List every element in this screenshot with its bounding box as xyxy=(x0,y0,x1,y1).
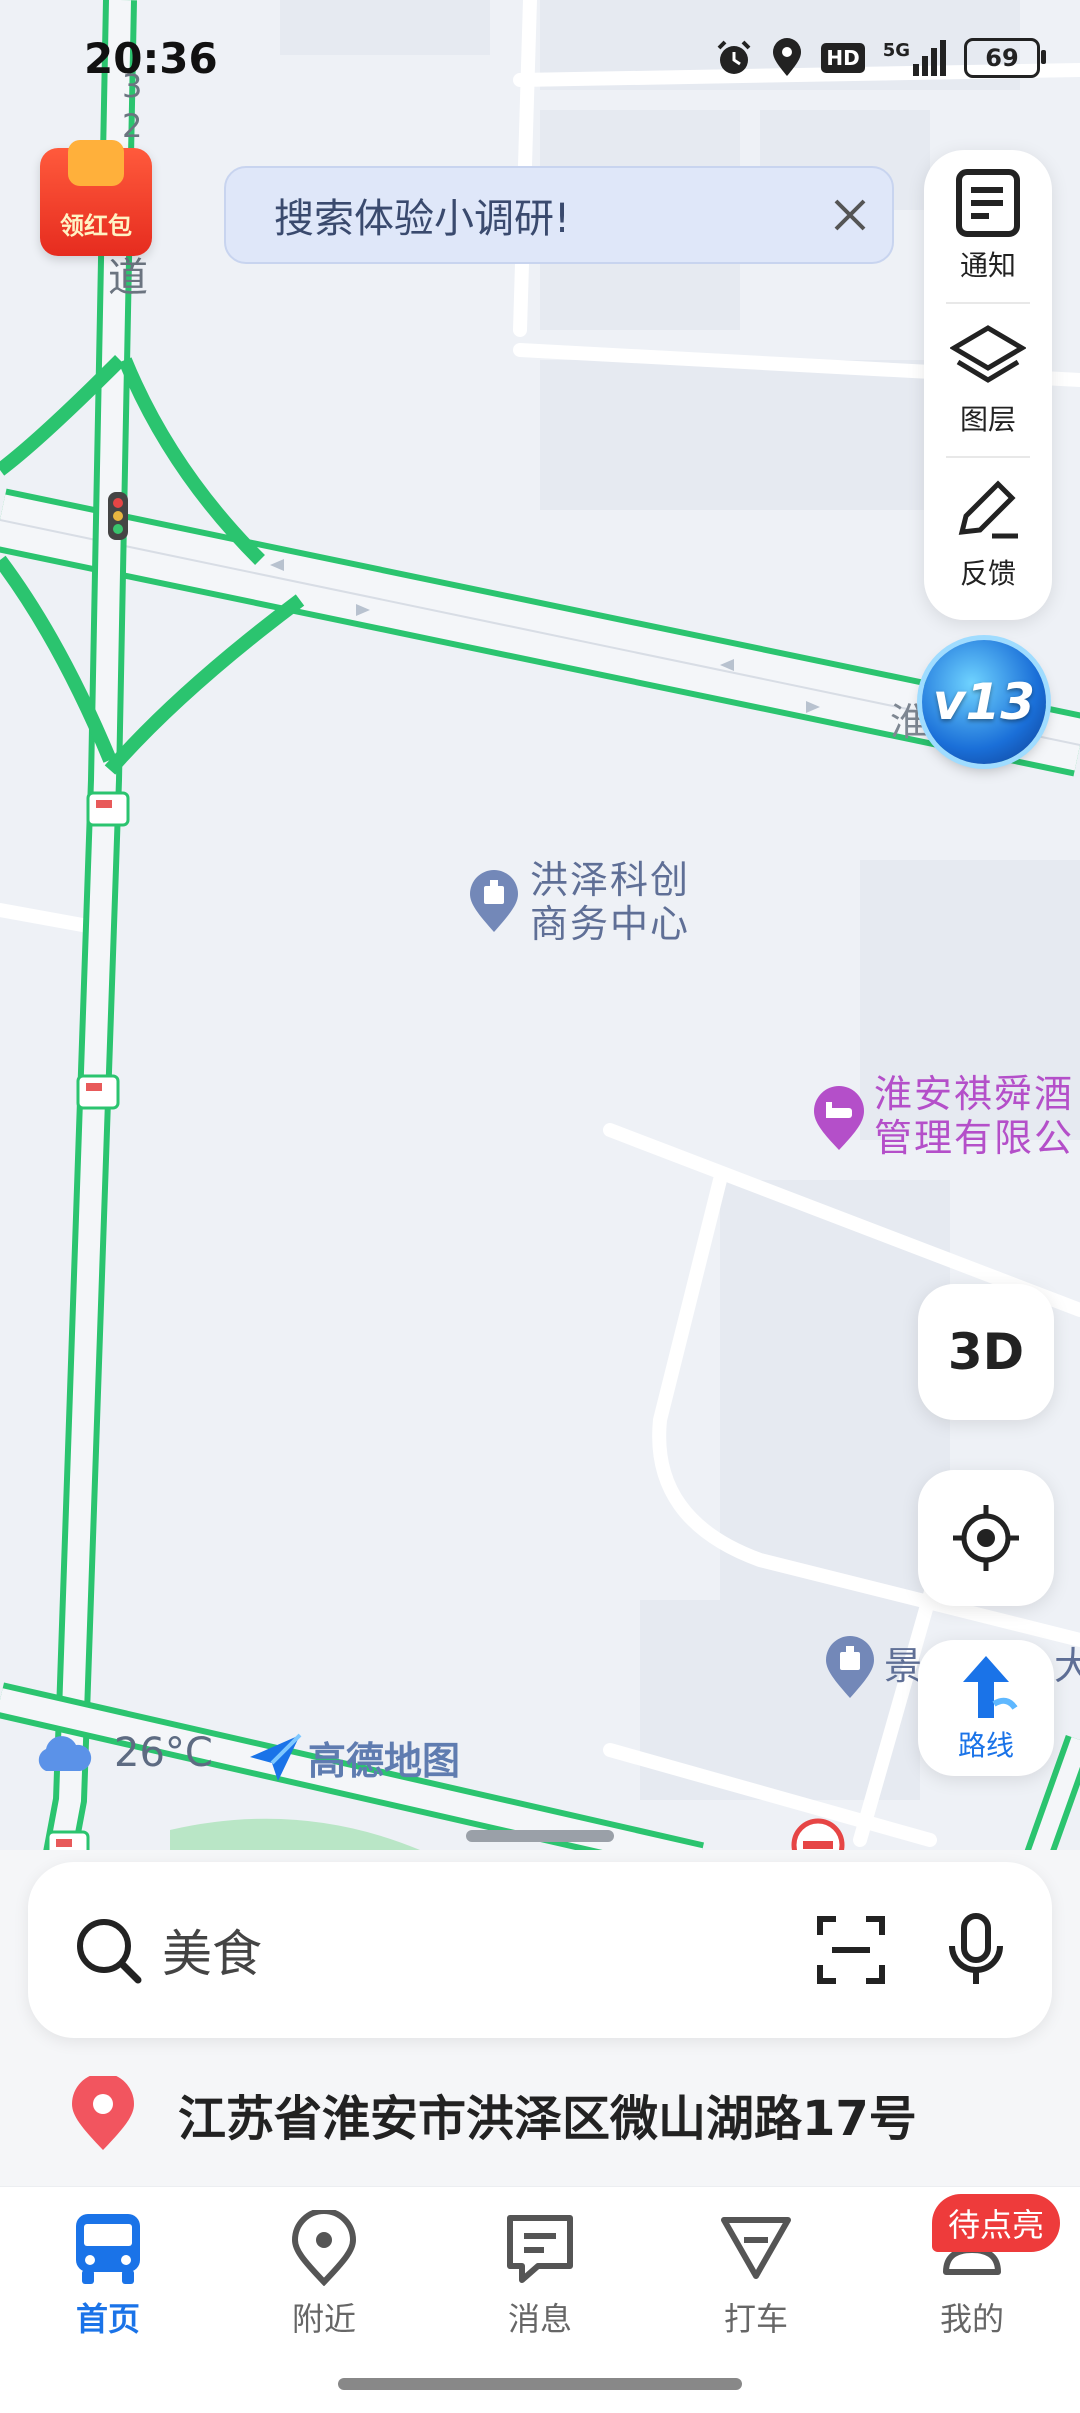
brand-label: 高德地图 xyxy=(308,1739,461,1783)
notice-button[interactable]: 通知 xyxy=(924,150,1052,302)
bus-icon xyxy=(76,2214,140,2284)
poi-marker-jing[interactable] xyxy=(824,1636,876,1704)
road-label-dao: 道 xyxy=(108,255,150,301)
poi-label-hotel[interactable]: 淮安祺舜酒 管理有限公 xyxy=(874,1072,1074,1160)
survey-banner[interactable]: 搜索体验小调研! xyxy=(224,166,894,264)
nav-nearby-label: 附近 xyxy=(291,2300,356,2338)
traffic-light-icon xyxy=(108,492,128,540)
alarm-icon xyxy=(717,40,751,74)
poi-label-jing-right: 大 xyxy=(1054,1644,1080,1688)
route-arrow-icon xyxy=(963,1656,1018,1718)
three-d-button[interactable]: 3D xyxy=(918,1284,1054,1420)
signal-icon: 5G xyxy=(883,40,946,76)
crosshair-icon xyxy=(953,1505,1019,1571)
nav-taxi[interactable]: 打车 xyxy=(686,2210,826,2340)
battery-indicator: 69 xyxy=(964,38,1046,78)
red-packet-button[interactable]: 领红包 xyxy=(34,140,158,260)
poi-marker-hotel[interactable] xyxy=(812,1086,866,1156)
location-status-icon xyxy=(773,38,802,76)
survey-text: 搜索体验小调研! xyxy=(274,196,571,242)
version-badge-label: v13 xyxy=(932,673,1036,731)
search-input[interactable]: 美食 xyxy=(162,1914,816,1986)
feedback-button[interactable]: 反馈 xyxy=(924,458,1052,610)
nav-profile-label: 我的 xyxy=(939,2300,1004,2338)
layers-label: 图层 xyxy=(959,403,1016,436)
status-icons: HD 5G 69 xyxy=(715,38,1046,78)
weather-info[interactable]: 26°C xyxy=(32,1730,213,1776)
brand-logo: 高德地图 xyxy=(248,1730,460,1785)
taxi-icon xyxy=(721,2217,791,2279)
nav-home-label: 首页 xyxy=(75,2300,140,2338)
poi-marker-hongze-center[interactable] xyxy=(468,870,520,938)
poi-building-icon xyxy=(470,870,518,932)
version-badge[interactable]: v13 xyxy=(922,640,1046,764)
locate-button[interactable] xyxy=(918,1470,1054,1606)
nav-taxi-label: 打车 xyxy=(723,2300,788,2338)
amap-logo-icon xyxy=(250,1733,302,1781)
scan-icon[interactable] xyxy=(816,1915,886,1985)
route-label: 路线 xyxy=(957,1729,1014,1762)
hd-indicator: HD xyxy=(821,43,865,73)
three-d-label: 3D xyxy=(947,1323,1025,1381)
route-button[interactable]: 路线 xyxy=(918,1640,1054,1776)
home-indicator[interactable] xyxy=(338,2378,742,2390)
message-icon xyxy=(507,2215,573,2283)
status-time: 20:36 xyxy=(84,34,218,83)
notice-label: 通知 xyxy=(959,249,1016,282)
nav-nearby[interactable]: 附近 xyxy=(254,2210,394,2340)
nav-messages[interactable]: 消息 xyxy=(470,2210,610,2340)
panel-drag-handle[interactable] xyxy=(466,1830,614,1842)
poi-hotel-icon xyxy=(814,1086,864,1150)
layers-button[interactable]: 图层 xyxy=(924,304,1052,456)
current-address-row[interactable]: 江苏省淮安市洪泽区微山湖路17号 xyxy=(70,2076,917,2152)
cloud-icon xyxy=(38,1736,92,1771)
temperature-label: 26°C xyxy=(114,1730,213,1776)
red-packet-label: 领红包 xyxy=(60,212,132,240)
address-label: 江苏省淮安市洪泽区微山湖路17号 xyxy=(178,2091,917,2147)
microphone-icon[interactable] xyxy=(946,1912,1006,1988)
poi-label-hongze-center[interactable]: 洪泽科创 商务中心 xyxy=(530,858,690,946)
close-icon[interactable] xyxy=(830,195,870,235)
nearby-pin-icon xyxy=(291,2210,357,2286)
location-pin-icon xyxy=(72,2076,134,2150)
profile-badge: 待点亮 xyxy=(932,2194,1061,2252)
gift-icon xyxy=(68,140,124,186)
edit-pencil-icon xyxy=(958,480,1018,539)
search-bar[interactable]: 美食 xyxy=(28,1862,1052,2038)
nav-home[interactable]: 首页 xyxy=(38,2210,178,2340)
layers-icon xyxy=(950,325,1026,383)
feedback-label: 反馈 xyxy=(959,557,1016,590)
map-toolbar: 通知 图层 反馈 xyxy=(924,150,1052,620)
poi-building-icon xyxy=(826,1636,874,1698)
notice-icon xyxy=(956,169,1020,237)
search-icon xyxy=(77,1919,142,1984)
nav-messages-label: 消息 xyxy=(507,2300,572,2338)
